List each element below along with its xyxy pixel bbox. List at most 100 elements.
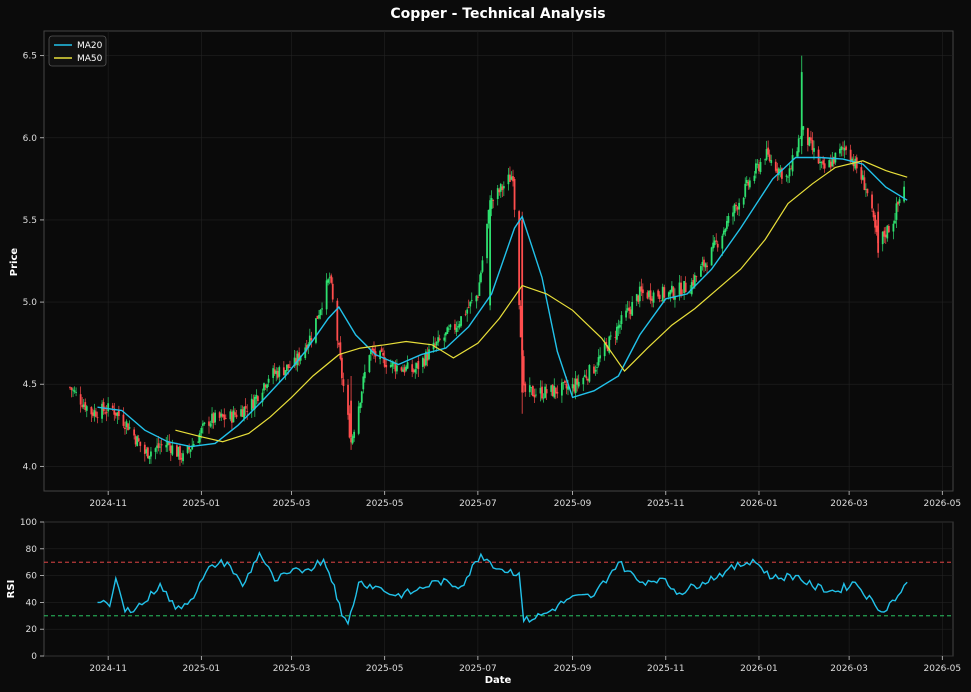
candle-down xyxy=(887,226,890,233)
candle-up xyxy=(813,148,815,152)
candle-up xyxy=(596,367,598,368)
candle-up xyxy=(73,390,76,392)
candle-down xyxy=(124,427,126,430)
candle-up xyxy=(171,445,174,455)
candle-up xyxy=(755,163,757,174)
price-plot-area xyxy=(43,30,954,492)
candle-down xyxy=(556,392,559,394)
candle-down xyxy=(524,383,527,392)
candle-down xyxy=(111,405,114,409)
candle-down xyxy=(735,205,737,207)
candle-down xyxy=(438,338,441,341)
candle-down xyxy=(877,211,880,253)
y-tick-label: 6.5 xyxy=(23,52,37,62)
candle-up xyxy=(278,367,281,377)
candle-up xyxy=(528,385,531,393)
candle-down xyxy=(331,283,334,300)
candle-up xyxy=(603,343,606,357)
x-tick-label: 2025-03 xyxy=(273,664,311,674)
candle-up xyxy=(631,301,634,316)
candle-up xyxy=(561,382,563,396)
y-tick-label: 6.0 xyxy=(23,134,38,144)
y-tick-label: 4.0 xyxy=(23,462,38,472)
x-tick-label: 2026-01 xyxy=(740,499,778,509)
candle-up xyxy=(368,355,371,373)
candle-down xyxy=(545,389,548,394)
candle-up xyxy=(480,272,482,283)
candle-down xyxy=(706,265,708,268)
legend-ma20-label: MA20 xyxy=(77,41,103,51)
candle-up xyxy=(753,175,756,181)
candle-up xyxy=(724,228,727,233)
candle-up xyxy=(154,448,157,452)
x-tick-label: 2025-09 xyxy=(554,499,592,509)
chart-title: Copper - Technical Analysis xyxy=(390,6,605,22)
candle-up xyxy=(428,349,430,360)
candle-up xyxy=(200,428,203,434)
candle-up xyxy=(325,280,328,310)
y-tick-label: 5.5 xyxy=(23,216,37,226)
candle-down xyxy=(105,412,108,414)
candle-down xyxy=(380,348,383,352)
candle-up xyxy=(446,327,449,334)
x-tick-label: 2026-05 xyxy=(924,499,962,509)
candle-up xyxy=(469,301,472,307)
candle-down xyxy=(695,276,698,278)
candle-up xyxy=(414,369,417,373)
candle-down xyxy=(336,300,339,341)
candle-down xyxy=(641,289,644,294)
rsi-y-tick-label: 0 xyxy=(31,652,37,662)
candle-up xyxy=(447,328,450,330)
candle-up xyxy=(460,316,462,326)
legend: MA20 MA50 xyxy=(48,35,107,67)
candle-down xyxy=(715,240,718,242)
candle-up xyxy=(800,72,803,146)
candle-up xyxy=(787,176,789,178)
candle-down xyxy=(817,149,820,164)
rsi-y-tick-label: 60 xyxy=(26,572,38,582)
candle-up xyxy=(470,299,473,301)
x-tick-label: 2024-11 xyxy=(89,499,127,509)
x-tick-label: 2025-11 xyxy=(647,664,685,674)
candle-down xyxy=(476,296,479,298)
x-tick-label: 2026-01 xyxy=(740,664,778,674)
x-tick-label: 2025-01 xyxy=(183,499,221,509)
candle-up xyxy=(203,422,206,424)
candle-down xyxy=(122,414,125,426)
candle-up xyxy=(744,183,747,197)
candle-up xyxy=(625,310,627,318)
candle-down xyxy=(234,412,236,415)
candle-up xyxy=(486,223,488,259)
candle-up xyxy=(396,365,398,372)
x-tick-label: 2025-05 xyxy=(366,664,404,674)
candle-up xyxy=(159,446,162,448)
candle-down xyxy=(382,352,385,356)
candle-up xyxy=(502,186,505,189)
candle-up xyxy=(894,220,896,224)
candle-down xyxy=(866,188,869,194)
candle-up xyxy=(895,203,898,220)
candle-up xyxy=(742,197,745,205)
candle-up xyxy=(615,326,618,340)
candle-up xyxy=(788,168,791,177)
candle-down xyxy=(289,367,291,368)
candle-up xyxy=(266,384,268,389)
candle-up xyxy=(466,309,469,314)
candle-up xyxy=(214,412,217,423)
candle-up xyxy=(594,369,597,372)
candle-down xyxy=(133,429,136,436)
candle-down xyxy=(810,137,812,141)
candle-down xyxy=(244,406,247,409)
legend-ma50-label: MA50 xyxy=(77,54,103,64)
candle-up xyxy=(359,402,362,409)
x-tick-label: 2025-09 xyxy=(554,664,592,674)
candle-up xyxy=(892,223,895,232)
candle-up xyxy=(321,308,323,310)
candle-down xyxy=(139,441,142,446)
candle-up xyxy=(535,394,537,396)
candle-up xyxy=(652,292,655,303)
candle-up xyxy=(489,200,491,306)
candle-up xyxy=(588,365,591,382)
rsi-plot-area xyxy=(43,521,954,657)
figure: Copper - Technical Analysis 4.0 4.5 5.0 5.5… xyxy=(0,0,971,692)
